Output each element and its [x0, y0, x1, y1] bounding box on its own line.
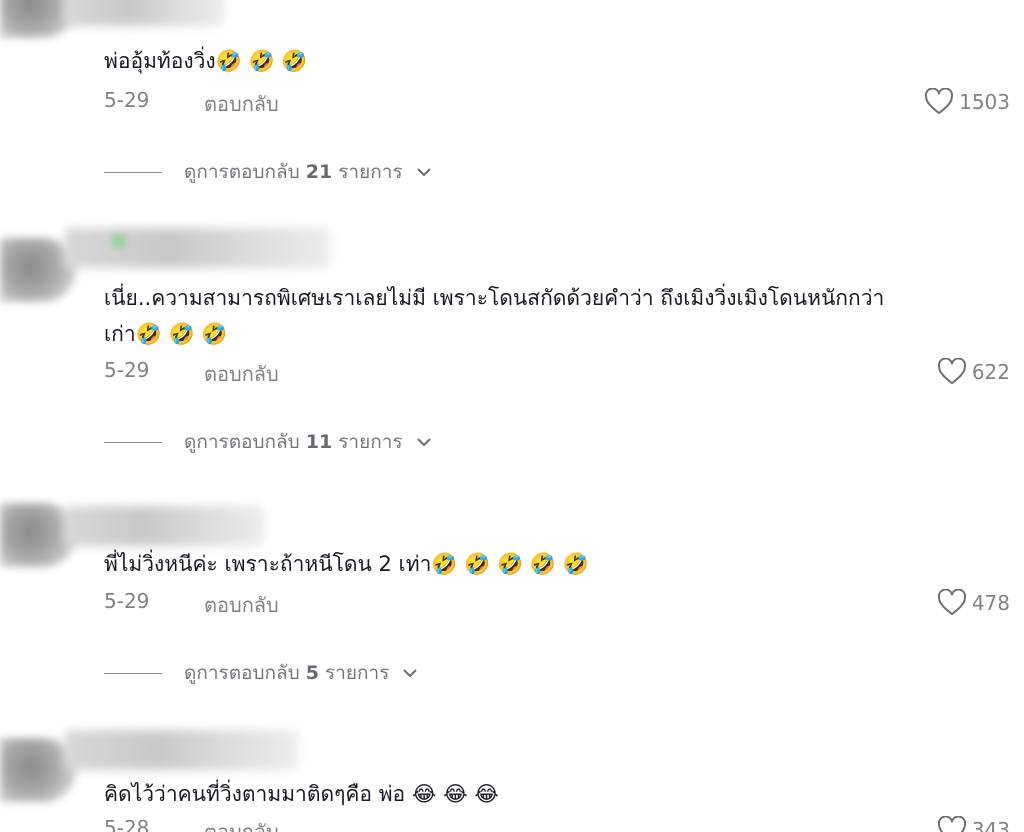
view-replies-button[interactable]: ดูการตอบกลับ 5 รายการ	[104, 658, 419, 688]
reply-button[interactable]: ตอบกลับ	[204, 88, 279, 120]
replies-count: 21	[305, 161, 333, 183]
view-replies-suffix: รายการ	[338, 161, 403, 183]
comment-meta: 5-28 ตอบกลับ 343	[104, 816, 1010, 832]
comment-date: 5-29	[104, 358, 150, 382]
comment-date: 5-28	[104, 816, 150, 832]
username-blurred[interactable]	[64, 0, 224, 26]
username-blurred[interactable]	[64, 228, 330, 268]
chevron-down-icon	[401, 664, 419, 682]
comment-meta: 5-29 ตอบกลับ 1503	[104, 88, 1010, 118]
heart-outline-icon	[937, 816, 967, 832]
view-replies-label: ดูการตอบกลับ	[184, 662, 300, 684]
badge-blurred	[112, 234, 126, 248]
reply-button[interactable]: ตอบกลับ	[204, 589, 279, 621]
chevron-down-icon	[415, 433, 433, 451]
comment-meta: 5-29 ตอบกลับ 622	[104, 358, 1010, 388]
comment-date: 5-29	[104, 589, 150, 613]
view-replies-suffix: รายการ	[338, 431, 403, 453]
view-replies-label: ดูการตอบกลับ	[184, 431, 300, 453]
replies-count: 5	[305, 662, 319, 684]
view-replies-button[interactable]: ดูการตอบกลับ 11 รายการ	[104, 427, 433, 457]
heart-outline-icon	[937, 589, 967, 616]
rofl-emoji: 🤣 🤣 🤣 🤣 🤣	[431, 552, 589, 576]
like-count: 1503	[959, 89, 1010, 114]
like-count: 478	[971, 590, 1010, 615]
like-count: 343	[971, 817, 1010, 832]
like-button[interactable]: 478	[937, 589, 1010, 616]
comment-text: เนี่ย..ความสามารถพิเศษเราเลยไม่มี เพราะโ…	[104, 286, 885, 346]
comments-panel: พ่ออุ้มท้องวิ่ง🤣 🤣 🤣 5-29 ตอบกลับ 1503 ด…	[0, 0, 1024, 832]
comment-text: คิดไว้ว่าคนที่วิ่งตามมาติดๆคือ พ่อ 😂 😂 😂	[104, 782, 499, 806]
comment-meta: 5-29 ตอบกลับ 478	[104, 589, 1010, 619]
chevron-down-icon	[415, 163, 433, 181]
replies-count: 11	[305, 431, 333, 453]
heart-outline-icon	[937, 358, 967, 385]
like-button[interactable]: 622	[937, 358, 1010, 385]
like-button[interactable]: 343	[937, 816, 1010, 832]
like-button[interactable]: 1503	[924, 88, 1010, 115]
rofl-emoji: 🤣 🤣 🤣	[215, 49, 308, 73]
laughing-emoji: 😂 😂 😂	[411, 782, 499, 806]
view-replies-suffix: รายการ	[324, 662, 390, 684]
username-blurred[interactable]	[64, 730, 298, 770]
heart-outline-icon	[924, 88, 954, 115]
comment-text: พี่ไม่วิ่งหนีค่ะ เพราะถ้าหนีโดน 2 เท่า🤣 …	[104, 552, 589, 576]
like-count: 622	[971, 359, 1010, 384]
comment-date: 5-29	[104, 88, 150, 112]
divider-line	[104, 672, 162, 674]
comment-text: พ่ออุ้มท้องวิ่ง🤣 🤣 🤣	[104, 49, 308, 73]
divider-line	[104, 171, 162, 173]
view-replies-button[interactable]: ดูการตอบกลับ 21 รายการ	[104, 157, 433, 187]
rofl-emoji: 🤣 🤣 🤣	[135, 322, 228, 346]
reply-button[interactable]: ตอบกลับ	[204, 816, 279, 832]
username-blurred[interactable]	[64, 506, 264, 546]
divider-line	[104, 441, 162, 443]
view-replies-label: ดูการตอบกลับ	[184, 161, 300, 183]
reply-button[interactable]: ตอบกลับ	[204, 358, 279, 390]
